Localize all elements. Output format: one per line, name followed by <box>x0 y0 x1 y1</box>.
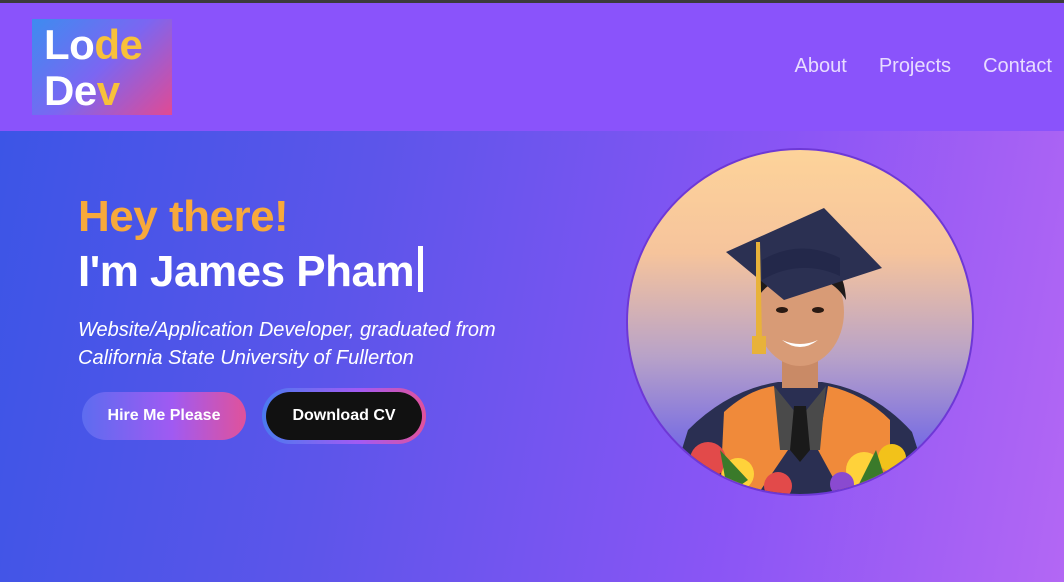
nav-link-about[interactable]: About <box>795 55 847 78</box>
hero-greeting: Hey there! <box>78 192 289 241</box>
navbar: Lode Dev About Projects Contact <box>0 3 1064 131</box>
nav-link-contact[interactable]: Contact <box>983 55 1052 78</box>
logo-line-1: Lode <box>44 21 143 68</box>
site-logo[interactable]: Lode Dev <box>32 19 172 115</box>
logo-text-part: de <box>94 21 143 68</box>
main-nav: About Projects Contact <box>795 55 1052 78</box>
hero-name: I'm James Pham <box>78 247 415 296</box>
graduation-portrait-icon <box>668 208 932 494</box>
typing-caret <box>418 246 424 292</box>
nav-link-projects[interactable]: Projects <box>879 55 951 78</box>
download-cv-border: Download CV <box>262 388 426 444</box>
download-cv-button[interactable]: Download CV <box>266 392 422 440</box>
logo-text-part: v <box>96 67 120 114</box>
logo-text-part: Lo <box>44 21 95 68</box>
page: Lode Dev About Projects Contact Hey ther… <box>0 0 1064 582</box>
profile-photo <box>626 148 974 496</box>
logo-line-2: Dev <box>44 69 120 113</box>
hero-name-line: I'm James Pham <box>78 246 424 297</box>
hire-me-button[interactable]: Hire Me Please <box>82 392 246 440</box>
hero-subtitle: Website/Application Developer, graduated… <box>78 319 496 369</box>
logo-text-part: De <box>44 67 97 114</box>
